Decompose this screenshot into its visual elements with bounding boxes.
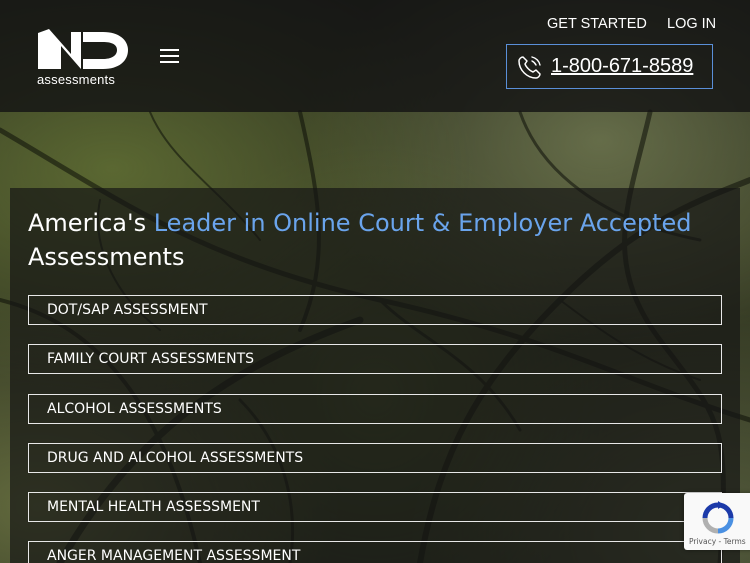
get-started-link[interactable]: GET STARTED (547, 16, 647, 32)
recaptcha-terms[interactable]: Privacy - Terms (689, 537, 746, 546)
phone-icon (518, 55, 541, 79)
service-anger-management[interactable]: ANGER MANAGEMENT ASSESSMENT (28, 541, 722, 563)
phone-button[interactable]: 1-800-671-8589 (506, 44, 713, 89)
hero-headline: America's Leader in Online Court & Emplo… (28, 206, 728, 274)
phone-number[interactable]: 1-800-671-8589 (551, 55, 693, 78)
service-drug-alcohol[interactable]: DRUG AND ALCOHOL ASSESSMENTS (28, 442, 722, 473)
recaptcha-icon (702, 501, 734, 534)
site-header: assessments GET STARTED LOG IN 1-800-671… (0, 0, 750, 112)
service-list: DOT/SAP ASSESSMENT FAMILY COURT ASSESSME… (28, 295, 722, 563)
menu-icon[interactable] (160, 49, 179, 63)
headline-suffix: Assessments (28, 243, 185, 271)
logo-wordmark: assessments (37, 72, 116, 87)
recaptcha-badge[interactable]: Privacy - Terms (684, 493, 750, 550)
service-alcohol[interactable]: ALCOHOL ASSESSMENTS (28, 393, 722, 424)
log-in-link[interactable]: LOG IN (667, 16, 716, 32)
headline-accent: Leader in Online Court & Employer Accept… (153, 209, 692, 237)
service-dot-sap[interactable]: DOT/SAP ASSESSMENT (28, 295, 722, 325)
service-mental-health[interactable]: MENTAL HEALTH ASSESSMENT (28, 492, 722, 523)
hero-panel: America's Leader in Online Court & Emplo… (10, 188, 740, 563)
headline-prefix: America's (28, 209, 154, 237)
service-family-court[interactable]: FAMILY COURT ASSESSMENTS (28, 344, 722, 375)
nd-logo-mark (38, 29, 128, 69)
nd-assessments-logo[interactable]: assessments (37, 28, 129, 88)
